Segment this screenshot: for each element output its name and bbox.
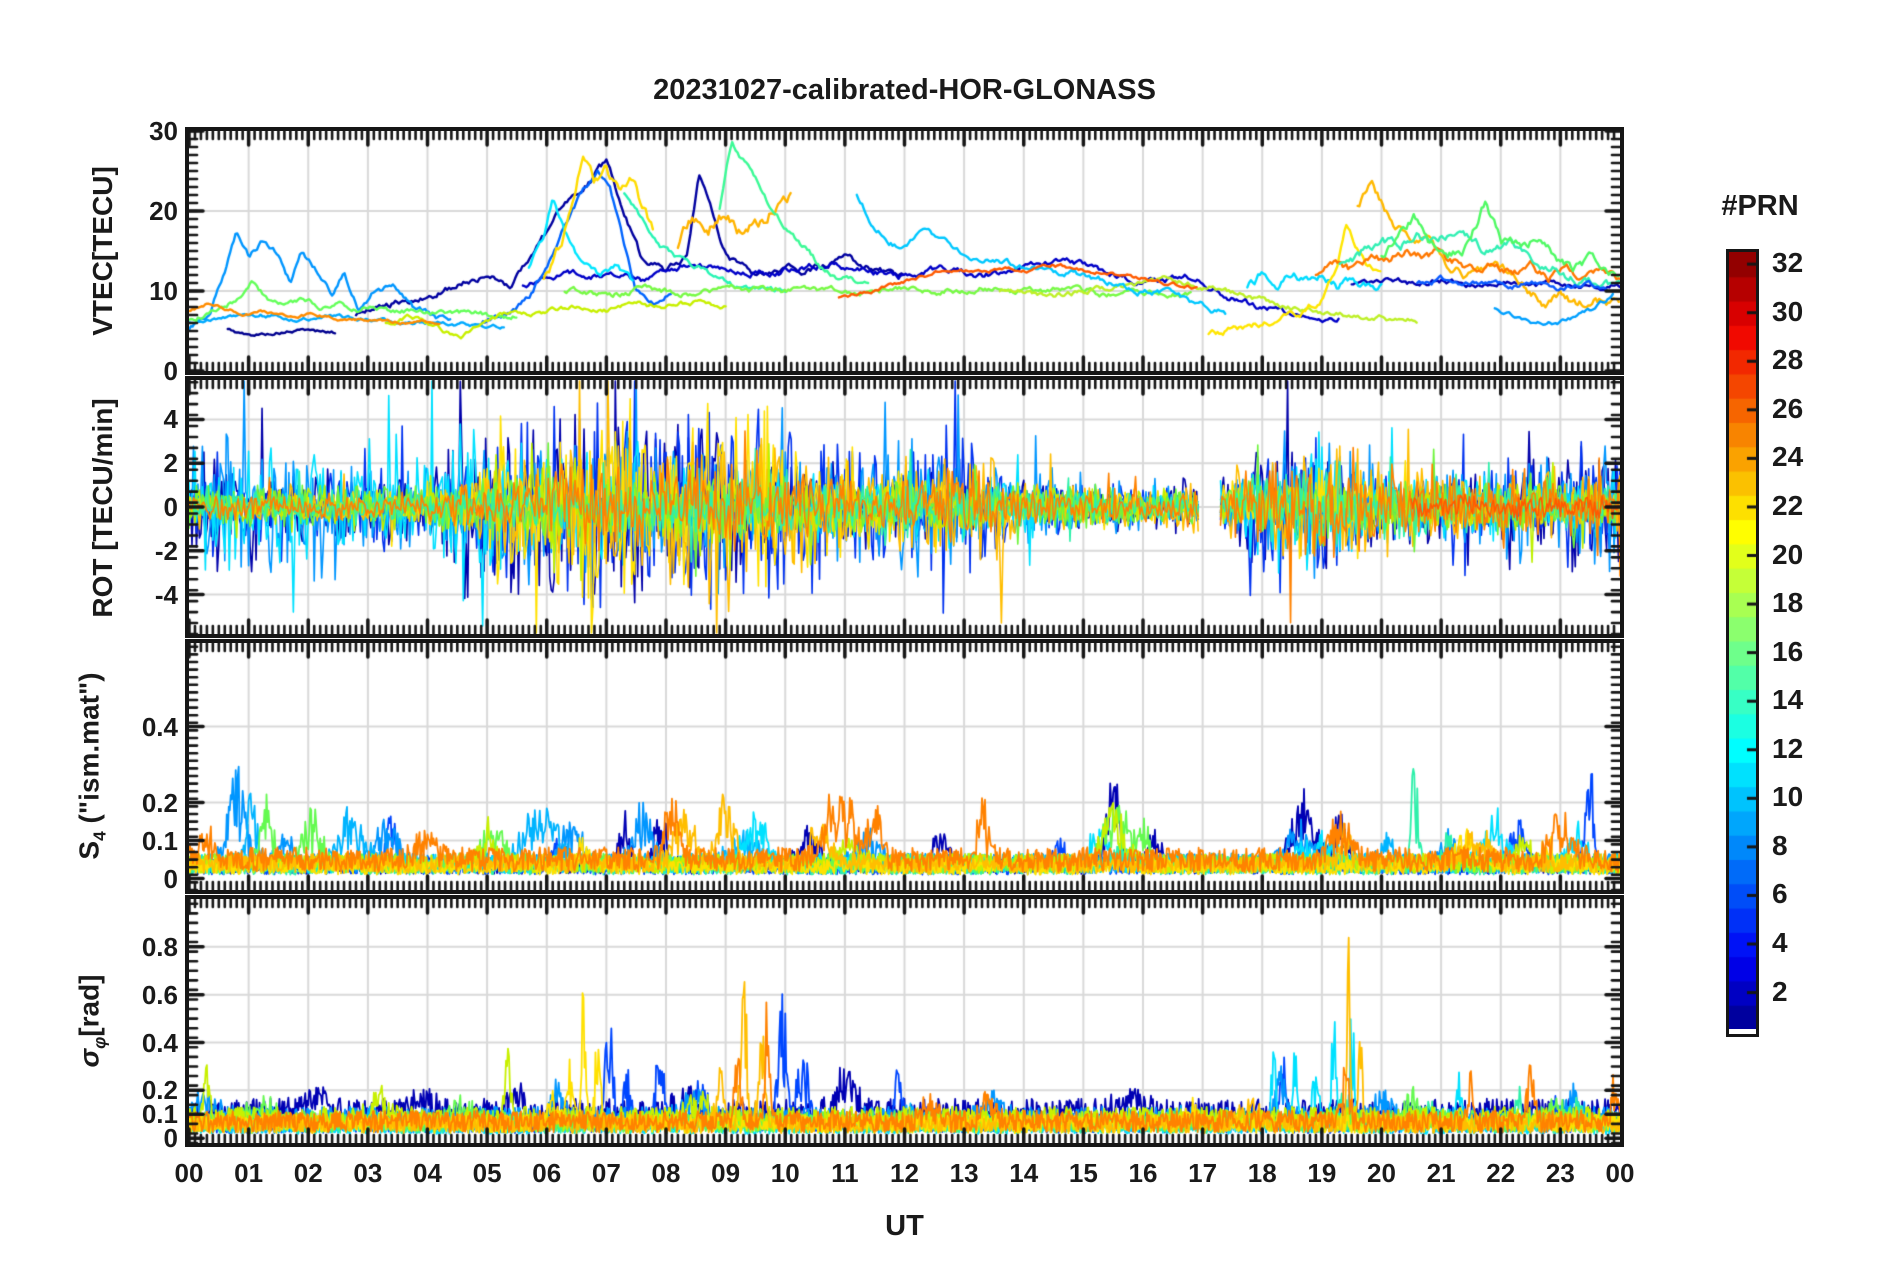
rot-plot-canvas: [189, 380, 1620, 634]
colorbar-tick-label: 28: [1772, 344, 1804, 376]
y-tick-label-rot: 4: [163, 404, 178, 435]
panel-s4: [185, 639, 1624, 894]
y-tick-label-vtec: 0: [163, 356, 178, 386]
colorbar-tick-label: 24: [1772, 441, 1804, 473]
colorbar-tick-label: 14: [1772, 684, 1804, 716]
x-axis-label: UT: [885, 1210, 924, 1242]
y-tick-label-s4: 0.2: [141, 787, 178, 818]
colorbar-tick-label: 22: [1772, 489, 1804, 521]
colorbar-tick-label: 4: [1772, 927, 1788, 959]
colorbar-tick-label: 6: [1772, 878, 1788, 910]
panel-sigma: [185, 895, 1624, 1147]
y-tick-label-sigma: 0.2: [141, 1075, 178, 1106]
x-tick-label: 00: [1605, 1158, 1635, 1188]
colorbar-tick-label: 18: [1772, 587, 1804, 619]
colorbar-tick-label: 30: [1772, 295, 1804, 327]
colorbar-tick-label: 26: [1772, 392, 1804, 424]
sigma-plot-canvas: [189, 899, 1620, 1143]
y-tick-label-sigma: 0.4: [141, 1027, 178, 1058]
chart-title: 20231027-calibrated-HOR-GLONASS: [653, 74, 1156, 106]
y-tick-label-rot: -4: [154, 579, 178, 610]
ylabel-vtec: VTEC[TECU]: [87, 166, 119, 336]
figure: 20231027-calibrated-HOR-GLONASS VTEC[TEC…: [0, 0, 1902, 1272]
colorbar-tick-label: 32: [1772, 247, 1804, 279]
panel-vtec: [185, 127, 1624, 375]
colorbar-gradient: [1729, 252, 1756, 1029]
colorbar: [1726, 249, 1759, 1037]
colorbar-tick-label: 2: [1772, 975, 1788, 1007]
y-tick-label-s4: 0.1: [141, 825, 178, 856]
panel-rot: [185, 376, 1624, 638]
y-tick-label-s4: 0: [163, 863, 178, 894]
s4-plot-canvas: [189, 643, 1620, 890]
colorbar-tick-label: 16: [1772, 635, 1804, 667]
colorbar-tick-label: 20: [1772, 538, 1804, 570]
y-tick-label-vtec: 30: [149, 116, 178, 146]
vtec-plot-canvas: [189, 131, 1620, 371]
y-tick-label-vtec: 20: [149, 196, 178, 226]
y-tick-label-s4: 0.4: [141, 711, 178, 742]
y-tick-label-rot: 2: [163, 448, 178, 479]
y-tick-label-rot: -2: [154, 535, 178, 566]
y-tick-label-vtec: 10: [149, 276, 178, 306]
y-tick-label-sigma: 0.8: [141, 931, 178, 962]
y-tick-label-sigma: 0.6: [141, 979, 178, 1010]
colorbar-tick-label: 12: [1772, 732, 1804, 764]
colorbar-title: #PRN: [1721, 190, 1799, 222]
y-tick-label-rot: 0: [163, 492, 178, 522]
ylabel-vtec-text: VTEC[TECU]: [87, 166, 118, 336]
colorbar-tick-label: 10: [1772, 781, 1804, 813]
colorbar-tick-label: 8: [1772, 829, 1788, 861]
